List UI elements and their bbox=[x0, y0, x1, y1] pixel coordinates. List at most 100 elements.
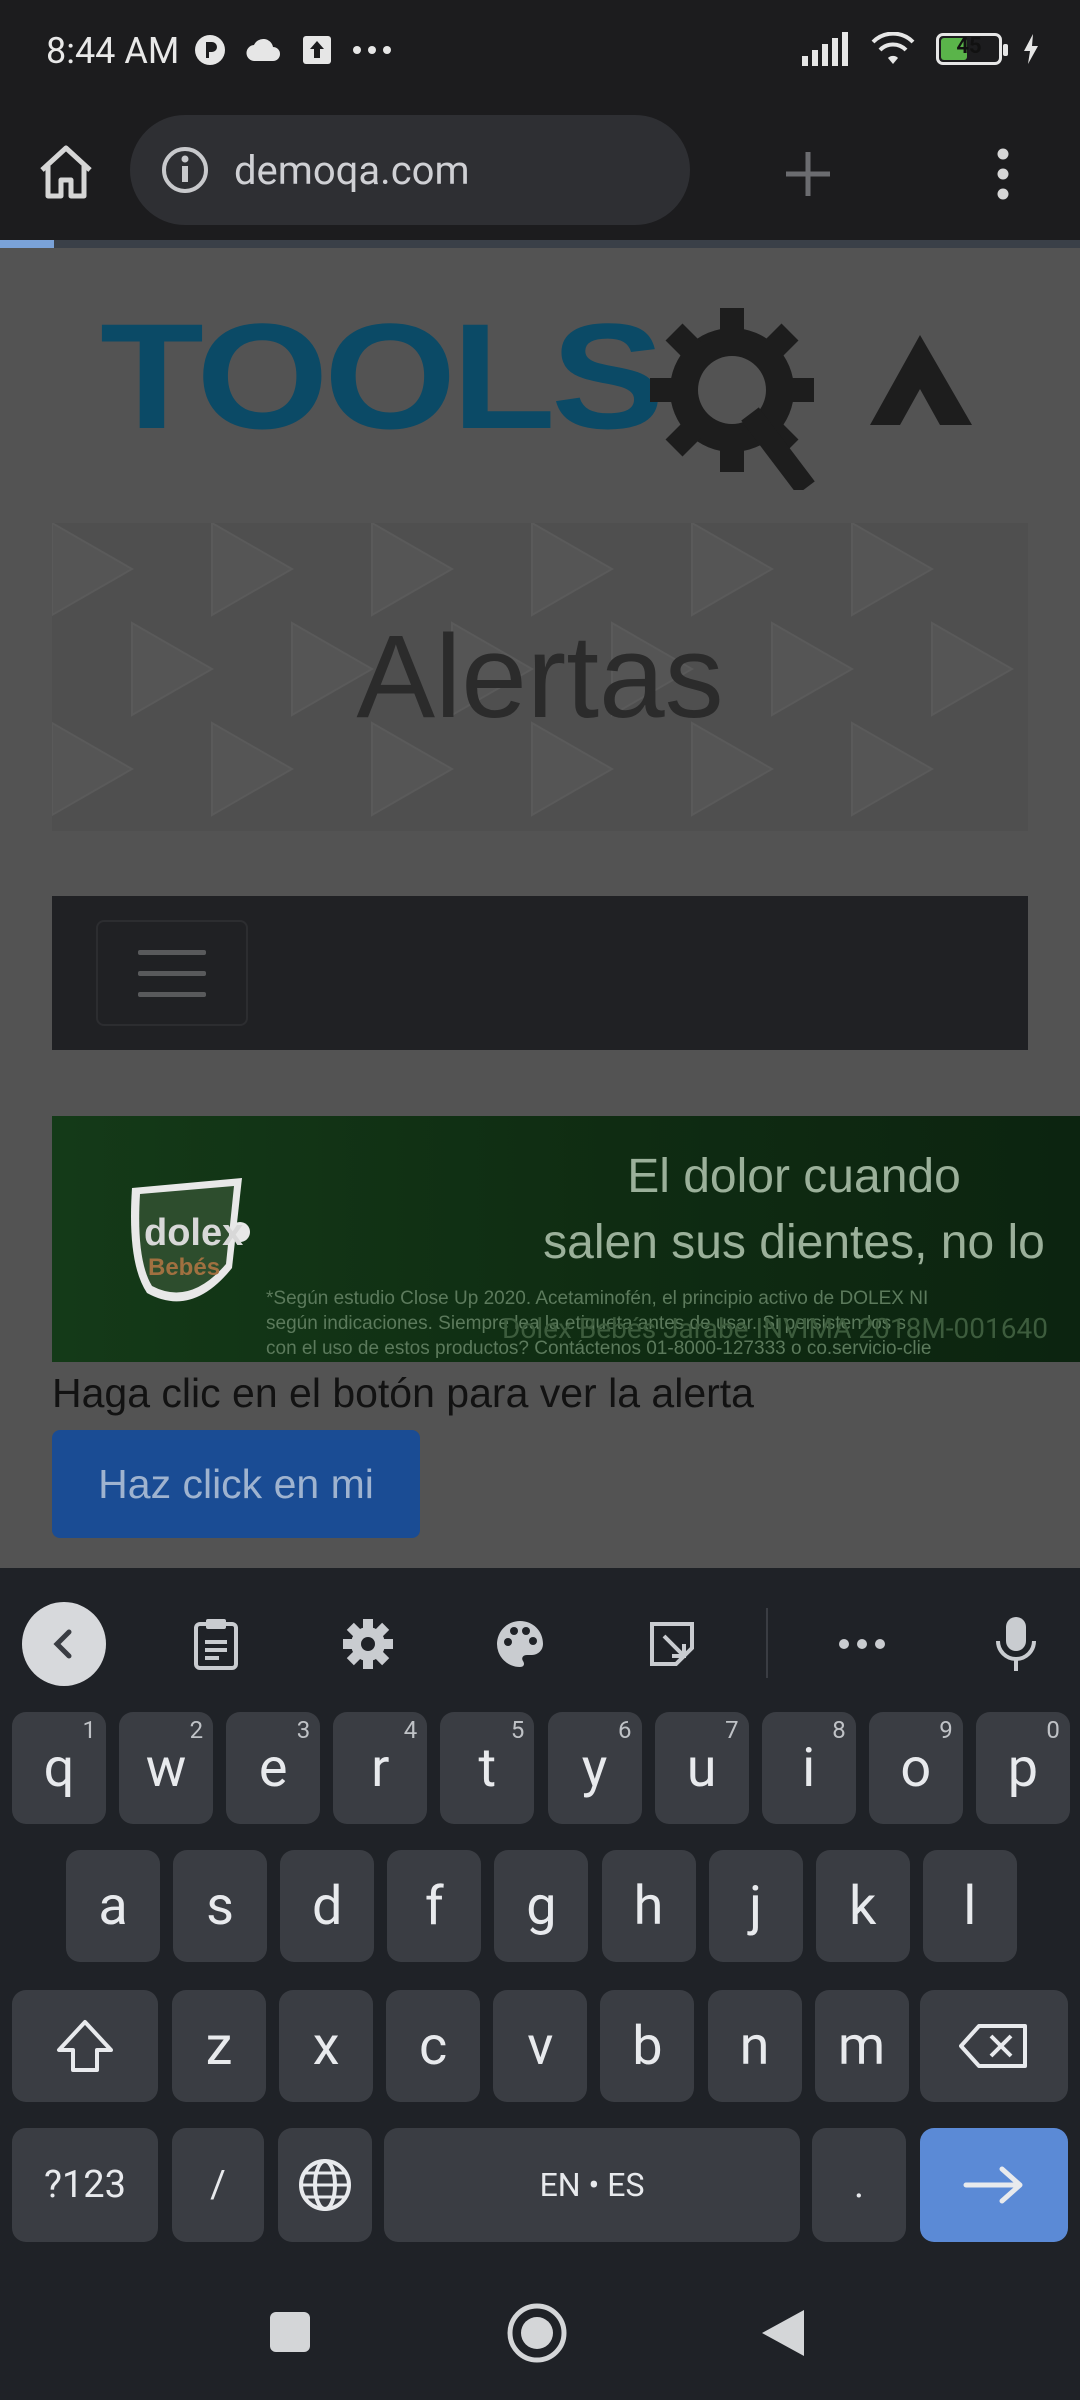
more-dots-icon bbox=[839, 1639, 885, 1649]
ad-banner[interactable]: dolex Bebés El dolor cuando salen sus di… bbox=[52, 1116, 1080, 1362]
home-nav-button[interactable] bbox=[506, 2302, 568, 2368]
period-key[interactable]: . bbox=[812, 2128, 906, 2242]
key-label: o bbox=[900, 1736, 932, 1800]
key-a[interactable]: a bbox=[66, 1850, 160, 1962]
theme-button[interactable] bbox=[478, 1602, 562, 1686]
key-b[interactable]: b bbox=[600, 1990, 695, 2102]
key-hint: 9 bbox=[939, 1716, 953, 1744]
voice-input-button[interactable] bbox=[974, 1602, 1058, 1686]
key-label: p bbox=[1007, 1736, 1039, 1800]
recents-button[interactable] bbox=[268, 2310, 312, 2358]
key-label: w bbox=[145, 1736, 187, 1800]
space-key[interactable]: EN • ES bbox=[384, 2128, 800, 2242]
p-app-icon bbox=[195, 35, 225, 65]
key-hint: 3 bbox=[296, 1716, 311, 1744]
page-banner: Alertas bbox=[52, 523, 1028, 831]
show-alert-button[interactable]: Haz click en mi bbox=[52, 1430, 420, 1538]
key-x[interactable]: x bbox=[279, 1990, 374, 2102]
key-k[interactable]: k bbox=[815, 1850, 910, 1962]
toolsqa-logo[interactable]: TOOLS bbox=[100, 290, 1000, 495]
chevron-left-icon bbox=[53, 1629, 72, 1659]
key-g[interactable]: g bbox=[494, 1850, 589, 1962]
system-navigation-bar bbox=[0, 2262, 1080, 2400]
key-label: v bbox=[527, 2014, 554, 2078]
slash-key[interactable]: / bbox=[172, 2128, 264, 2242]
key-z[interactable]: z bbox=[172, 1990, 266, 2102]
resize-keyboard-icon bbox=[650, 1622, 694, 1666]
key-hint: 0 bbox=[1046, 1716, 1060, 1744]
key-i[interactable]: i8 bbox=[761, 1712, 856, 1824]
new-tab-button[interactable] bbox=[780, 146, 836, 206]
dolex-logo: dolex Bebés bbox=[122, 1168, 252, 1318]
key-hint: 7 bbox=[725, 1716, 739, 1744]
key-n[interactable]: n bbox=[707, 1990, 802, 2102]
page-load-progress bbox=[0, 240, 1080, 248]
key-d[interactable]: d bbox=[280, 1850, 375, 1962]
key-c[interactable]: c bbox=[386, 1990, 481, 2102]
browser-menu-button[interactable] bbox=[988, 146, 1018, 206]
language-key[interactable] bbox=[278, 2128, 372, 2242]
more-options-button[interactable] bbox=[820, 1602, 904, 1686]
key-r[interactable]: r4 bbox=[333, 1712, 428, 1824]
globe-icon bbox=[299, 2159, 351, 2211]
one-handed-button[interactable] bbox=[630, 1602, 714, 1686]
ad-sub-brand: Bebés bbox=[148, 1254, 221, 1281]
key-label: z bbox=[205, 2014, 233, 2078]
key-y[interactable]: y6 bbox=[547, 1712, 642, 1824]
soft-keyboard: q1w2e3r4t5y6u7i8o9p0asdfghjklzxcvbnm ?12… bbox=[0, 1568, 1080, 2262]
wifi-icon bbox=[871, 32, 915, 64]
key-j[interactable]: j bbox=[708, 1850, 803, 1962]
key-label: j bbox=[749, 1874, 763, 1938]
key-p[interactable]: p0 bbox=[975, 1712, 1070, 1824]
key-v[interactable]: v bbox=[493, 1990, 588, 2102]
key-label: b bbox=[632, 2014, 663, 2078]
key-hint: 8 bbox=[832, 1716, 846, 1744]
go-key[interactable] bbox=[920, 2128, 1068, 2242]
palette-icon bbox=[497, 1621, 543, 1667]
web-page: TOOLS Alertas dolex Bebés El dolor cuand… bbox=[0, 248, 1080, 1568]
more-dots-icon bbox=[353, 46, 391, 54]
key-hint: 2 bbox=[189, 1716, 204, 1744]
upload-icon bbox=[303, 36, 331, 64]
key-label: e bbox=[258, 1736, 288, 1800]
key-label: k bbox=[849, 1874, 877, 1938]
key-t[interactable]: t5 bbox=[440, 1712, 535, 1824]
triangle-back-icon bbox=[762, 2310, 804, 2356]
shift-icon bbox=[57, 2020, 113, 2072]
keyboard-collapse-button[interactable] bbox=[22, 1602, 106, 1686]
clipboard-button[interactable] bbox=[174, 1602, 258, 1686]
shift-key[interactable] bbox=[12, 1990, 158, 2102]
status-bar: 8:44 AM 45 bbox=[0, 0, 1080, 112]
key-l[interactable]: l bbox=[922, 1850, 1017, 1962]
alert-prompt-text: Haga clic en el botón para ver la alerta bbox=[52, 1370, 754, 1416]
gear-icon bbox=[343, 1619, 393, 1669]
circle-home-icon bbox=[507, 2303, 567, 2363]
key-o[interactable]: o9 bbox=[868, 1712, 963, 1824]
key-s[interactable]: s bbox=[173, 1850, 268, 1962]
home-icon bbox=[40, 145, 92, 199]
key-f[interactable]: f bbox=[387, 1850, 482, 1962]
key-label: l bbox=[963, 1874, 977, 1938]
status-time: 8:44 AM bbox=[46, 30, 180, 72]
key-u[interactable]: u7 bbox=[654, 1712, 749, 1824]
back-button[interactable] bbox=[760, 2308, 806, 2362]
url-text[interactable]: demoqa.com bbox=[234, 147, 470, 194]
key-e[interactable]: e3 bbox=[226, 1712, 321, 1824]
key-h[interactable]: h bbox=[601, 1850, 696, 1962]
address-bar[interactable]: demoqa.com bbox=[130, 115, 690, 225]
key-label: c bbox=[419, 2014, 448, 2078]
page-title: Alertas bbox=[356, 611, 724, 743]
key-hint: 4 bbox=[403, 1716, 418, 1744]
keyboard-settings-button[interactable] bbox=[326, 1602, 410, 1686]
key-m[interactable]: m bbox=[814, 1990, 909, 2102]
home-button[interactable] bbox=[34, 142, 98, 206]
symbols-key[interactable]: ?123 bbox=[12, 2128, 158, 2242]
key-w[interactable]: w2 bbox=[119, 1712, 214, 1824]
info-icon[interactable] bbox=[160, 145, 210, 195]
key-label: a bbox=[98, 1874, 128, 1938]
backspace-key[interactable] bbox=[920, 1990, 1068, 2102]
key-q[interactable]: q1 bbox=[12, 1712, 106, 1824]
key-label: h bbox=[633, 1874, 664, 1938]
navbar-toggle-button[interactable] bbox=[96, 920, 248, 1026]
key-label: s bbox=[206, 1874, 235, 1938]
